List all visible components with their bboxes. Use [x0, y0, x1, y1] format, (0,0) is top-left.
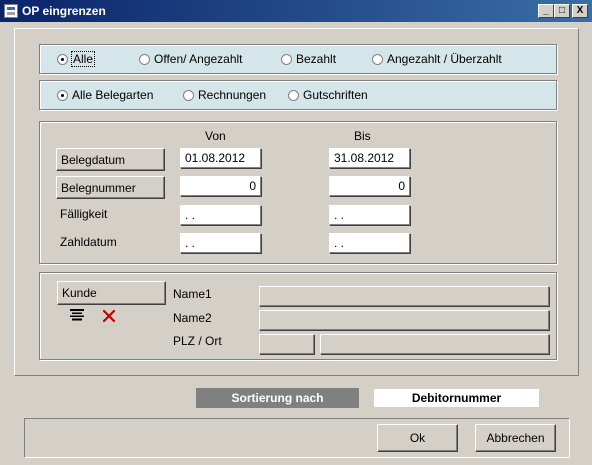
close-button[interactable]: X: [572, 4, 588, 18]
belegnummer-button-label: Belegnummer: [61, 180, 136, 195]
name1-label: Name1: [173, 287, 212, 301]
belegdatum-to-input[interactable]: 31.08.2012: [329, 148, 410, 168]
radio-alle-belegarten-circle[interactable]: [57, 89, 68, 101]
radio-bezahlt-circle[interactable]: [281, 53, 292, 65]
radio-rechnungen-label[interactable]: Rechnungen: [198, 88, 266, 102]
belegnummer-to-input[interactable]: 0: [329, 176, 410, 196]
radio-bezahlt[interactable]: Bezahlt: [281, 52, 336, 66]
kunde-button[interactable]: Kunde: [57, 281, 166, 305]
zahldatum-label: Zahldatum: [60, 235, 117, 249]
belegdatum-from-value: 01.08.2012: [185, 151, 246, 165]
maximize-button[interactable]: □: [554, 4, 570, 18]
radio-angezahlt-ueberzahlt[interactable]: Angezahlt / Überzahlt: [372, 52, 502, 66]
zahldatum-to-input[interactable]: . .: [329, 233, 410, 253]
radio-gutschriften-label[interactable]: Gutschriften: [303, 88, 368, 102]
radio-alle-belegarten[interactable]: Alle Belegarten: [57, 88, 153, 102]
radio-gutschriften[interactable]: Gutschriften: [288, 88, 368, 102]
name2-label: Name2: [173, 311, 212, 325]
title-bar: OP eingrenzen _ □ X: [0, 0, 592, 22]
plz-field: [259, 334, 314, 354]
radio-offen-angezahlt[interactable]: Offen/ Angezahlt: [139, 52, 243, 66]
name2-field: [259, 310, 549, 330]
sort-value-text: Debitornummer: [411, 391, 502, 405]
sort-label-text: Sortierung nach: [231, 391, 324, 405]
belegnummer-to-value: 0: [398, 179, 405, 193]
radio-offen-angezahlt-label[interactable]: Offen/ Angezahlt: [154, 52, 243, 66]
faelligkeit-from-input[interactable]: . .: [180, 205, 261, 225]
cancel-button[interactable]: Abbrechen: [475, 424, 556, 452]
radio-gutschriften-circle[interactable]: [288, 89, 299, 101]
radio-angezahlt-ueberzahlt-circle[interactable]: [372, 53, 383, 65]
radio-offen-angezahlt-circle[interactable]: [139, 53, 150, 65]
plz-ort-label: PLZ / Ort: [173, 334, 222, 348]
belegnummer-from-input[interactable]: 0: [180, 176, 261, 196]
faelligkeit-to-input[interactable]: . .: [329, 205, 410, 225]
radio-alle[interactable]: Alle: [57, 51, 96, 67]
belegdatum-button[interactable]: Belegdatum: [56, 148, 165, 171]
kunde-button-label: Kunde: [62, 286, 97, 300]
belegnummer-button[interactable]: Belegnummer: [56, 176, 165, 199]
radio-rechnungen[interactable]: Rechnungen: [183, 88, 266, 102]
zahldatum-from-value: . .: [185, 236, 196, 250]
ort-field: [320, 334, 549, 354]
list-icon[interactable]: [69, 308, 85, 322]
zahldatum-from-input[interactable]: . .: [180, 233, 261, 253]
cancel-button-label: Abbrechen: [486, 431, 545, 445]
belegdatum-from-input[interactable]: 01.08.2012: [180, 148, 261, 168]
radio-angezahlt-ueberzahlt-label[interactable]: Angezahlt / Überzahlt: [387, 52, 502, 66]
belegnummer-from-value: 0: [249, 179, 256, 193]
radio-alle-label[interactable]: Alle: [70, 51, 96, 67]
von-header: Von: [205, 129, 226, 143]
radio-alle-belegarten-label[interactable]: Alle Belegarten: [72, 88, 153, 102]
bis-header: Bis: [354, 129, 371, 143]
radio-bezahlt-label[interactable]: Bezahlt: [296, 52, 336, 66]
belegdatum-button-label: Belegdatum: [61, 152, 126, 167]
ok-button-label: Ok: [409, 431, 426, 445]
ok-button[interactable]: Ok: [377, 424, 458, 452]
belegdatum-to-value: 31.08.2012: [334, 151, 395, 165]
radio-rechnungen-circle[interactable]: [183, 89, 194, 101]
faelligkeit-from-value: . .: [185, 208, 196, 222]
delete-icon[interactable]: [102, 309, 116, 323]
zahldatum-to-value: . .: [334, 236, 345, 250]
app-icon: [4, 4, 18, 18]
faelligkeit-label: Fälligkeit: [60, 207, 108, 221]
name1-field: [259, 286, 549, 306]
radio-alle-circle[interactable]: [57, 53, 68, 65]
sort-label: Sortierung nach: [196, 388, 359, 408]
belegart-filter-group: Alle Belegarten Rechnungen Gutschriften: [39, 80, 557, 110]
sort-value-field[interactable]: Debitornummer: [374, 389, 539, 407]
minimize-button[interactable]: _: [538, 4, 554, 18]
window-title: OP eingrenzen: [22, 4, 106, 18]
status-filter-group: Alle Offen/ Angezahlt Bezahlt Angezahlt …: [39, 44, 557, 74]
faelligkeit-to-value: . .: [334, 208, 345, 222]
